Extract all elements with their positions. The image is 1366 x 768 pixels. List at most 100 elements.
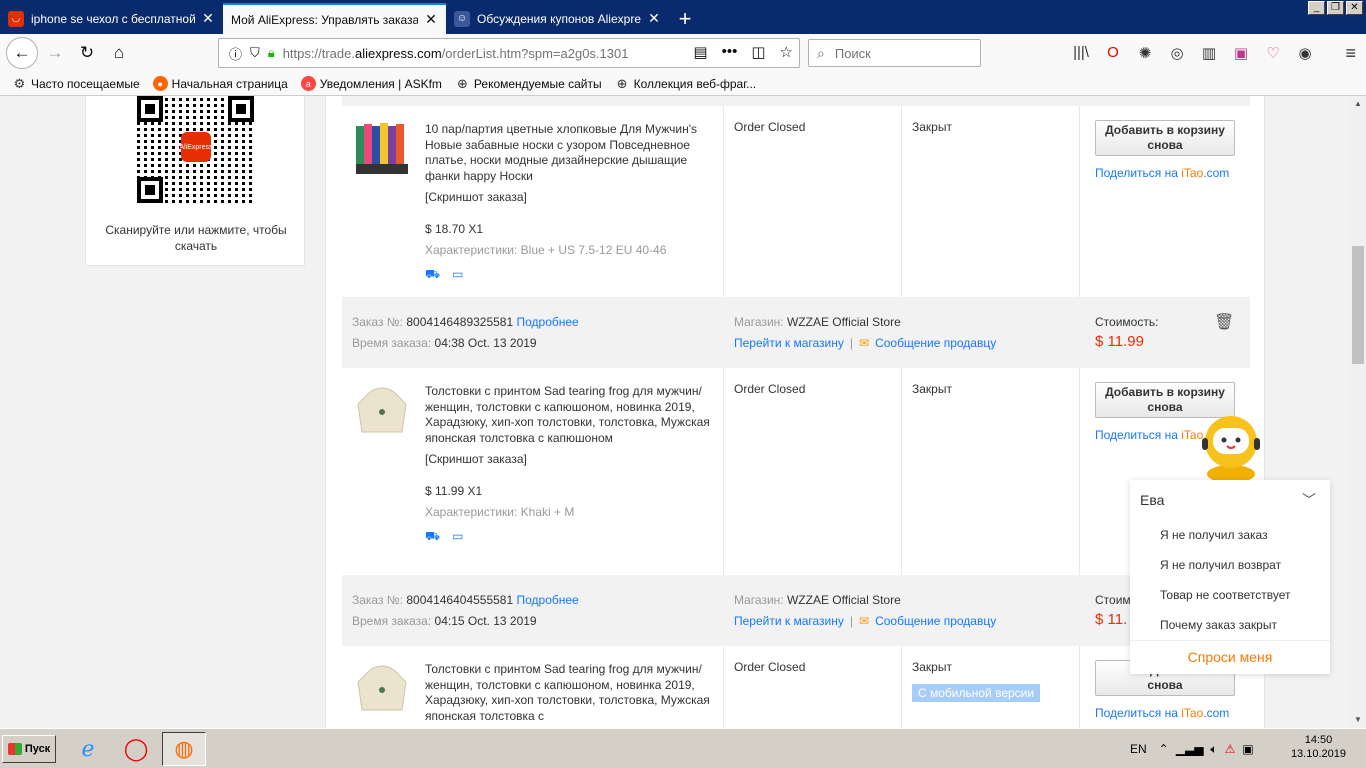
props-label: Характеристики: (425, 505, 518, 519)
address-bar[interactable]: ⓘ ⛉ 🔒︎ https://trade. aliexpress.com/orde… (218, 38, 800, 68)
app-download-card[interactable]: AliExpress Сканируйте или нажмите, чтобы… (85, 96, 305, 266)
firefox-taskbar-icon[interactable]: ◍ (162, 732, 206, 766)
faq-not-received-order[interactable]: Я не получил заказ (1160, 528, 1268, 542)
info-icon[interactable]: ⓘ (229, 44, 242, 63)
bookmark-star-icon[interactable]: ☆ (780, 43, 793, 61)
scroll-up-arrow-icon[interactable]: ▲ (1350, 96, 1366, 112)
share-itao-link[interactable]: Поделиться на iTao.com (1095, 706, 1229, 720)
restore-button[interactable]: ❐ (1327, 1, 1344, 15)
lock-icon[interactable]: 🔒︎ (268, 45, 275, 61)
globe-icon: ⊕ (456, 75, 468, 91)
faq-item-mismatch[interactable]: Товар не соответствует (1160, 588, 1290, 602)
message-seller-link[interactable]: Сообщение продавцу (875, 614, 996, 628)
clock[interactable]: 14:50 13.10.2019 (1291, 733, 1346, 761)
bookmark-frequent[interactable]: ⚙ Часто посещаемые (12, 76, 140, 91)
bookmark-recommended[interactable]: ⊕ Рекомендуемые сайты (455, 76, 602, 91)
delivery-truck-icon[interactable]: ⛟ (425, 529, 440, 545)
close-icon[interactable]: ✕ (424, 11, 438, 28)
product-title-link[interactable]: Толстовки с принтом Sad tearing frog для… (425, 662, 720, 724)
sidebar-icon[interactable]: ▥ (1200, 44, 1218, 62)
globe-extension-icon[interactable]: ✺ (1136, 44, 1154, 62)
order-details-link[interactable]: Подробнее (517, 315, 579, 329)
heart-icon[interactable]: ♡ (1264, 44, 1282, 62)
forward-arrow-icon[interactable]: → (40, 38, 70, 68)
page-actions-icon[interactable]: ••• (722, 43, 738, 61)
share-itao-link[interactable]: Поделиться на iTao.com (1095, 166, 1229, 180)
start-button[interactable]: Пуск (2, 735, 56, 763)
page-scrollbar[interactable]: ▲ ▼ (1350, 96, 1366, 728)
close-icon[interactable]: ✕ (201, 10, 215, 27)
reader-view-icon[interactable]: ▤ (693, 43, 707, 61)
shield-icon[interactable]: ⛉ (250, 45, 260, 61)
card-icon[interactable]: ▭ (452, 529, 463, 545)
home-icon[interactable]: ⌂ (104, 38, 134, 68)
order-details-link[interactable]: Подробнее (517, 593, 579, 607)
product-title-link[interactable]: Толстовки с принтом Sad tearing frog для… (425, 384, 720, 446)
new-tab-plus-icon[interactable]: + (669, 3, 701, 34)
hamburger-menu-icon[interactable]: ≡ (1345, 43, 1356, 64)
delivery-truck-icon[interactable]: ⛟ (425, 267, 440, 283)
network-warning-icon[interactable]: ⚠ (1225, 742, 1236, 756)
bookmark-label: Начальная страница (171, 76, 288, 91)
qr-code[interactable]: AliExpress (137, 96, 254, 203)
pocket-icon[interactable]: ◫ (751, 43, 765, 61)
minimize-button[interactable]: _ (1308, 1, 1325, 15)
faq-not-received-refund[interactable]: Я не получил возврат (1160, 558, 1281, 572)
volume-icon[interactable]: 🔈︎ (1210, 742, 1217, 757)
ask-me-button[interactable]: Спроси меня (1130, 640, 1330, 674)
message-seller-link[interactable]: Сообщение продавцу (875, 336, 996, 350)
bookmark-start-page[interactable]: ● Начальная страница (152, 76, 288, 91)
hoodie-thumbnail[interactable] (352, 382, 412, 442)
opera-icon[interactable]: ◯ (114, 732, 158, 766)
internet-explorer-icon[interactable]: ℯ (66, 732, 110, 766)
tray-expand-icon[interactable]: ⌃ (1159, 742, 1169, 756)
hoodie-thumbnail[interactable] (352, 660, 412, 720)
order-status: Order Closed (734, 382, 806, 396)
account-icon[interactable]: ◉ (1296, 44, 1314, 62)
opera-extension-icon[interactable]: O (1104, 44, 1122, 62)
product-props: Характеристики: Blue + US 7.5-12 EU 40-4… (425, 243, 720, 259)
assistant-robot-icon[interactable] (1200, 410, 1262, 482)
order-snapshot-link[interactable]: [Скриншот заказа] (425, 452, 720, 468)
tab-my-aliexpress[interactable]: Мой AliExpress: Управлять заказами ✕ (223, 3, 446, 34)
card-icon[interactable]: ▭ (452, 267, 463, 283)
envelope-icon[interactable]: ✉ (859, 336, 869, 350)
order-time-value: 04:38 Oct. 13 2019 (434, 336, 537, 350)
reload-icon[interactable]: ↻ (72, 38, 102, 68)
device-icon[interactable]: ▣ (1242, 742, 1253, 756)
order-state: Закрыт (912, 120, 952, 134)
scroll-down-arrow-icon[interactable]: ▼ (1350, 712, 1366, 728)
state-cell: Закрыт (902, 106, 1080, 297)
url-domain: aliexpress.com (354, 45, 442, 61)
order-item-row: Толстовки с принтом Sad tearing frog для… (342, 368, 1250, 575)
tab-iphone-case[interactable]: ◡ iphone se чехол с бесплатной до ✕ (0, 3, 223, 34)
go-to-store-link[interactable]: Перейти к магазину (734, 614, 844, 628)
product-props: Характеристики: Khaki + M (425, 505, 720, 521)
clock-time: 14:50 (1304, 734, 1333, 746)
status-cell: Order Closed (724, 646, 902, 728)
signal-icon[interactable]: ▁▃▅ (1176, 742, 1204, 756)
go-to-store-link[interactable]: Перейти к магазину (734, 336, 844, 350)
store-label: Магазин: (734, 315, 784, 329)
language-indicator[interactable]: EN (1130, 742, 1147, 756)
trash-icon[interactable]: 🗑︎ (1214, 312, 1234, 332)
bookmark-askfm[interactable]: a Уведомления | ASKfm (300, 76, 442, 91)
close-window-button[interactable]: ✕ (1346, 1, 1363, 15)
scrollbar-thumb[interactable] (1352, 246, 1364, 364)
library-icon[interactable]: |||\ (1072, 44, 1090, 62)
search-box[interactable]: ⌕ Поиск (808, 39, 981, 67)
close-icon[interactable]: ✕ (647, 10, 661, 27)
envelope-icon[interactable]: ✉ (859, 614, 869, 628)
faq-why-order-closed[interactable]: Почему заказ закрыт (1160, 618, 1277, 632)
chevron-down-icon[interactable]: ﹀ (1302, 490, 1316, 510)
socks-thumbnail[interactable] (352, 120, 412, 180)
instagram-icon[interactable]: ▣ (1232, 44, 1250, 62)
tab-coupons-discussion[interactable]: ☺ Обсуждения купонов Aliexpress ✕ (446, 3, 669, 34)
back-arrow-icon[interactable]: ← (6, 37, 38, 69)
product-title-link[interactable]: 10 пар/партия цветные хлопковые Для Мужч… (425, 122, 720, 184)
sync-icon[interactable]: ◎ (1168, 44, 1186, 62)
order-number-value: 8004146489325581 (406, 315, 514, 329)
order-snapshot-link[interactable]: [Скриншот заказа] (425, 190, 720, 206)
bookmark-webslices[interactable]: ⊕ Коллекция веб-фраг... (615, 76, 756, 91)
add-to-cart-again-button[interactable]: Добавить в корзину снова (1095, 120, 1235, 156)
